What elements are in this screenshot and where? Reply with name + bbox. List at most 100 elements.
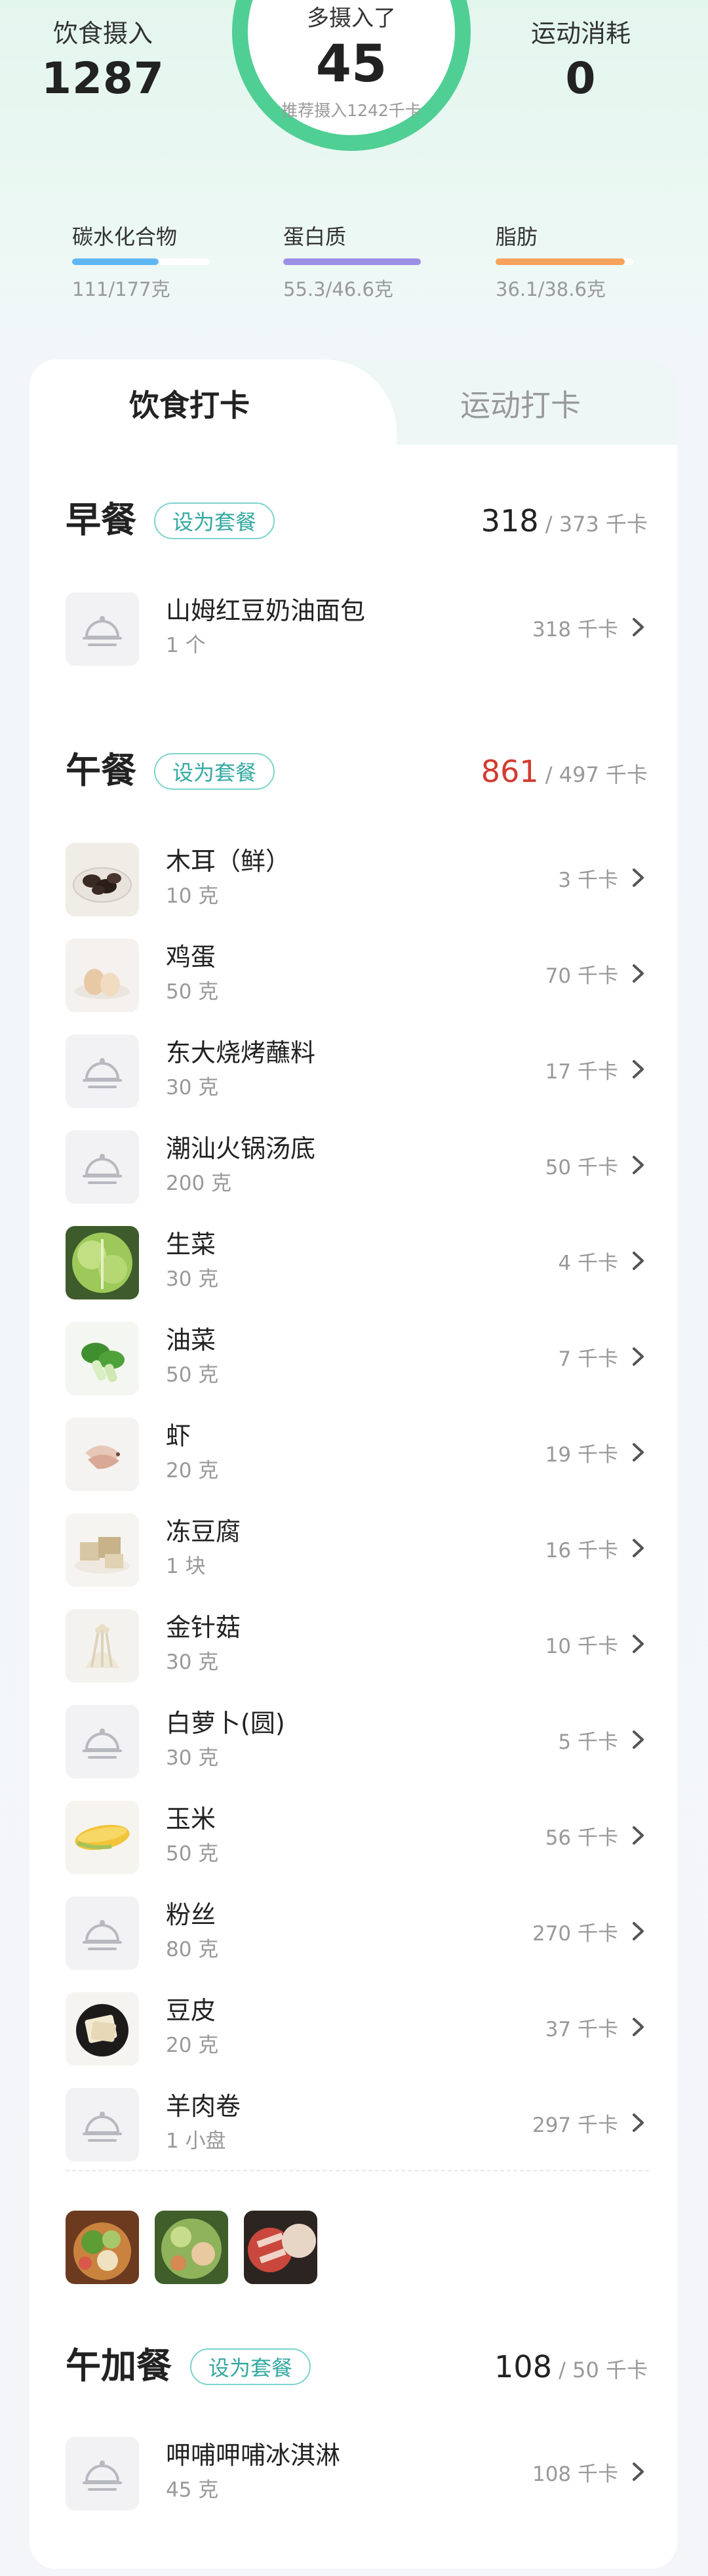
macro-fill: [283, 258, 421, 265]
meal-eaten: 108: [494, 2349, 552, 2384]
macro-protein: 蛋白质 55.3/46.6克: [283, 220, 421, 302]
tab-exercise[interactable]: 运动打卡: [460, 382, 581, 425]
plate-icon: [66, 1034, 139, 1108]
exercise-label: 运动消耗: [530, 19, 631, 48]
food-amount: 1 小盘: [166, 2129, 226, 2153]
hotpot-photo-1[interactable]: [66, 2211, 139, 2284]
ring-title: 多摄入了: [307, 5, 396, 31]
food-name: 豆皮: [166, 1996, 216, 2025]
meal-title: 午加餐: [66, 2345, 172, 2386]
meal-kcal: 318 / 373 千卡: [481, 502, 648, 542]
food-amount: 1 块: [166, 1555, 206, 1578]
corn-photo: [66, 1801, 139, 1874]
food-kcal: 10 千卡: [545, 1635, 618, 1658]
food-amount: 1 个: [166, 634, 206, 657]
macro-bar: [496, 258, 633, 265]
bok-choy-photo: [66, 1322, 139, 1395]
food-item[interactable]: 白萝卜(圆) 30 克 5 千卡: [30, 1695, 677, 1791]
lettuce-photo: [66, 1226, 139, 1299]
food-kcal: 270 千卡: [532, 1922, 618, 1946]
intake-stat[interactable]: 饮食摄入 1287: [24, 13, 182, 104]
macro-name: 脂肪: [496, 224, 538, 249]
intake-label: 饮食摄入: [52, 19, 153, 48]
macro-value: 111/177克: [72, 278, 170, 300]
food-item[interactable]: 油菜 50 克 7 千卡: [30, 1312, 677, 1408]
food-item[interactable]: 金针菇 30 克 10 千卡: [30, 1599, 677, 1695]
plate-icon: [66, 592, 139, 666]
chevron-right-icon: [625, 1727, 651, 1753]
chevron-right-icon: [625, 1439, 651, 1465]
hotpot-photo-2[interactable]: [155, 2211, 228, 2284]
food-kcal: 16 千卡: [545, 1539, 618, 1563]
meal-kcal: 861 / 497 千卡: [481, 753, 648, 793]
food-name: 玉米: [166, 1805, 216, 1833]
food-item[interactable]: 羊肉卷 1 小盘 297 千卡: [30, 2078, 677, 2174]
food-amount: 30 克: [166, 1650, 219, 1674]
tofu-photo: [66, 1513, 139, 1587]
macro-value: 55.3/46.6克: [283, 278, 393, 300]
food-item[interactable]: 呷哺呷哺冰淇淋 45 克 108 千卡: [30, 2427, 677, 2523]
ring-subtitle: 推荐摄入1242千卡: [281, 101, 422, 120]
food-item[interactable]: 豆皮 20 克 37 千卡: [30, 1982, 677, 2078]
food-amount: 45 克: [166, 2478, 219, 2502]
food-item[interactable]: 冻豆腐 1 块 16 千卡: [30, 1503, 677, 1599]
tab-bar: 饮食打卡 运动打卡: [30, 359, 677, 451]
food-name: 呷哺呷哺冰淇淋: [166, 2441, 341, 2470]
wood-ear-photo: [66, 843, 139, 916]
food-name: 粉丝: [166, 1900, 216, 1929]
food-item[interactable]: 鸡蛋 50 克 70 千卡: [30, 929, 677, 1025]
food-name: 鸡蛋: [166, 943, 216, 971]
food-kcal: 56 千卡: [545, 1826, 618, 1850]
food-name: 山姆红豆奶油面包: [166, 596, 366, 625]
exercise-value: 0: [565, 53, 597, 104]
food-kcal: 297 千卡: [532, 2114, 618, 2137]
food-amount: 30 克: [166, 1267, 219, 1291]
chevron-right-icon: [625, 1822, 651, 1849]
macro-bar: [283, 258, 421, 265]
tab-diet[interactable]: 饮食打卡: [129, 382, 250, 425]
food-amount: 80 克: [166, 1938, 219, 1961]
food-name: 油菜: [166, 1326, 216, 1355]
tofu-skin-photo: [66, 1992, 139, 2066]
food-amount: 50 克: [166, 980, 219, 1004]
exercise-stat[interactable]: 运动消耗 0: [502, 13, 659, 104]
food-name: 东大烧烤蘸料: [166, 1038, 316, 1067]
food-name: 木耳（鲜）: [166, 847, 291, 876]
set-combo-button[interactable]: 设为套餐: [154, 502, 275, 539]
chevron-right-icon: [625, 1056, 651, 1082]
set-combo-button[interactable]: 设为套餐: [190, 2348, 311, 2385]
meal-eaten: 318: [481, 503, 539, 539]
macro-fill: [496, 258, 625, 265]
food-amount: 20 克: [166, 2034, 219, 2057]
set-combo-button[interactable]: 设为套餐: [154, 753, 275, 790]
intake-value: 1287: [41, 53, 165, 104]
food-amount: 200 克: [166, 1172, 232, 1195]
food-item[interactable]: 山姆红豆奶油面包 1 个 318 千卡: [30, 583, 677, 678]
chevron-right-icon: [625, 1535, 651, 1561]
chevron-right-icon: [625, 1631, 651, 1657]
macro-name: 碳水化合物: [72, 224, 178, 249]
food-item[interactable]: 潮汕火锅汤底 200 克 50 千卡: [30, 1120, 677, 1216]
hotpot-photo-3[interactable]: [244, 2211, 317, 2284]
plate-icon: [66, 1130, 139, 1204]
chevron-right-icon: [625, 2459, 651, 2485]
food-item[interactable]: 粉丝 80 克 270 千卡: [30, 1887, 677, 1982]
food-name: 羊肉卷: [166, 2092, 241, 2121]
food-kcal: 108 千卡: [532, 2463, 618, 2486]
food-name: 白萝卜(圆): [166, 1709, 285, 1738]
food-item[interactable]: 玉米 50 克 56 千卡: [30, 1791, 677, 1887]
food-name: 金针菇: [166, 1613, 241, 1642]
egg-photo: [66, 939, 139, 1012]
shrimp-photo: [66, 1418, 139, 1491]
food-item[interactable]: 虾 20 克 19 千卡: [30, 1408, 677, 1503]
diary-card: 饮食打卡 运动打卡 早餐 设为套餐 318 / 373 千卡 午餐 设为套餐 8…: [30, 359, 677, 2569]
chevron-right-icon: [625, 1918, 651, 1944]
food-name: 虾: [166, 1421, 191, 1450]
food-item[interactable]: 东大烧烤蘸料 30 克 17 千卡: [30, 1025, 677, 1120]
chevron-right-icon: [625, 1152, 651, 1178]
chevron-right-icon: [625, 2110, 651, 2136]
food-kcal: 5 千卡: [558, 1730, 618, 1754]
food-item[interactable]: 木耳（鲜） 10 克 3 千卡: [30, 833, 677, 929]
meal-target: / 373 千卡: [545, 512, 648, 537]
food-item[interactable]: 生菜 30 克 4 千卡: [30, 1216, 677, 1312]
